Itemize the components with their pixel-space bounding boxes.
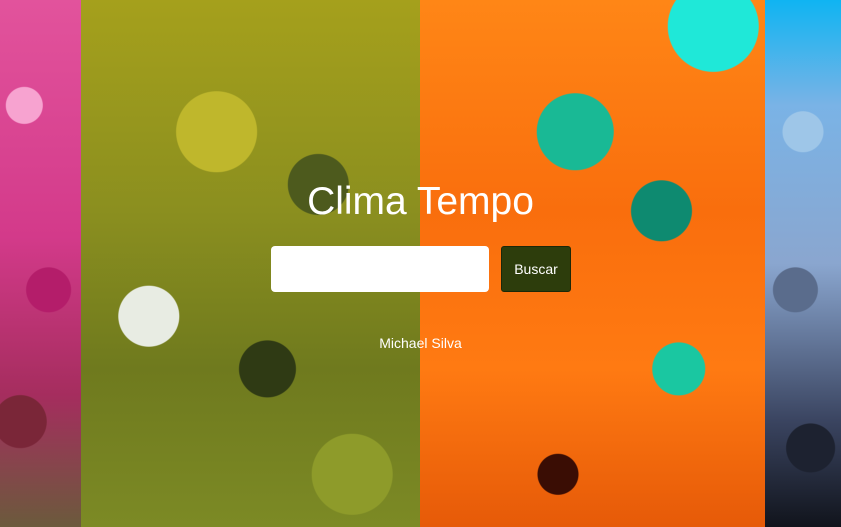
city-search-input[interactable] <box>271 246 489 292</box>
main-content: Clima Tempo Buscar Michael Silva <box>0 0 841 527</box>
search-button[interactable]: Buscar <box>501 246 571 292</box>
page-title: Clima Tempo <box>307 180 534 223</box>
author-credit: Michael Silva <box>379 335 462 351</box>
